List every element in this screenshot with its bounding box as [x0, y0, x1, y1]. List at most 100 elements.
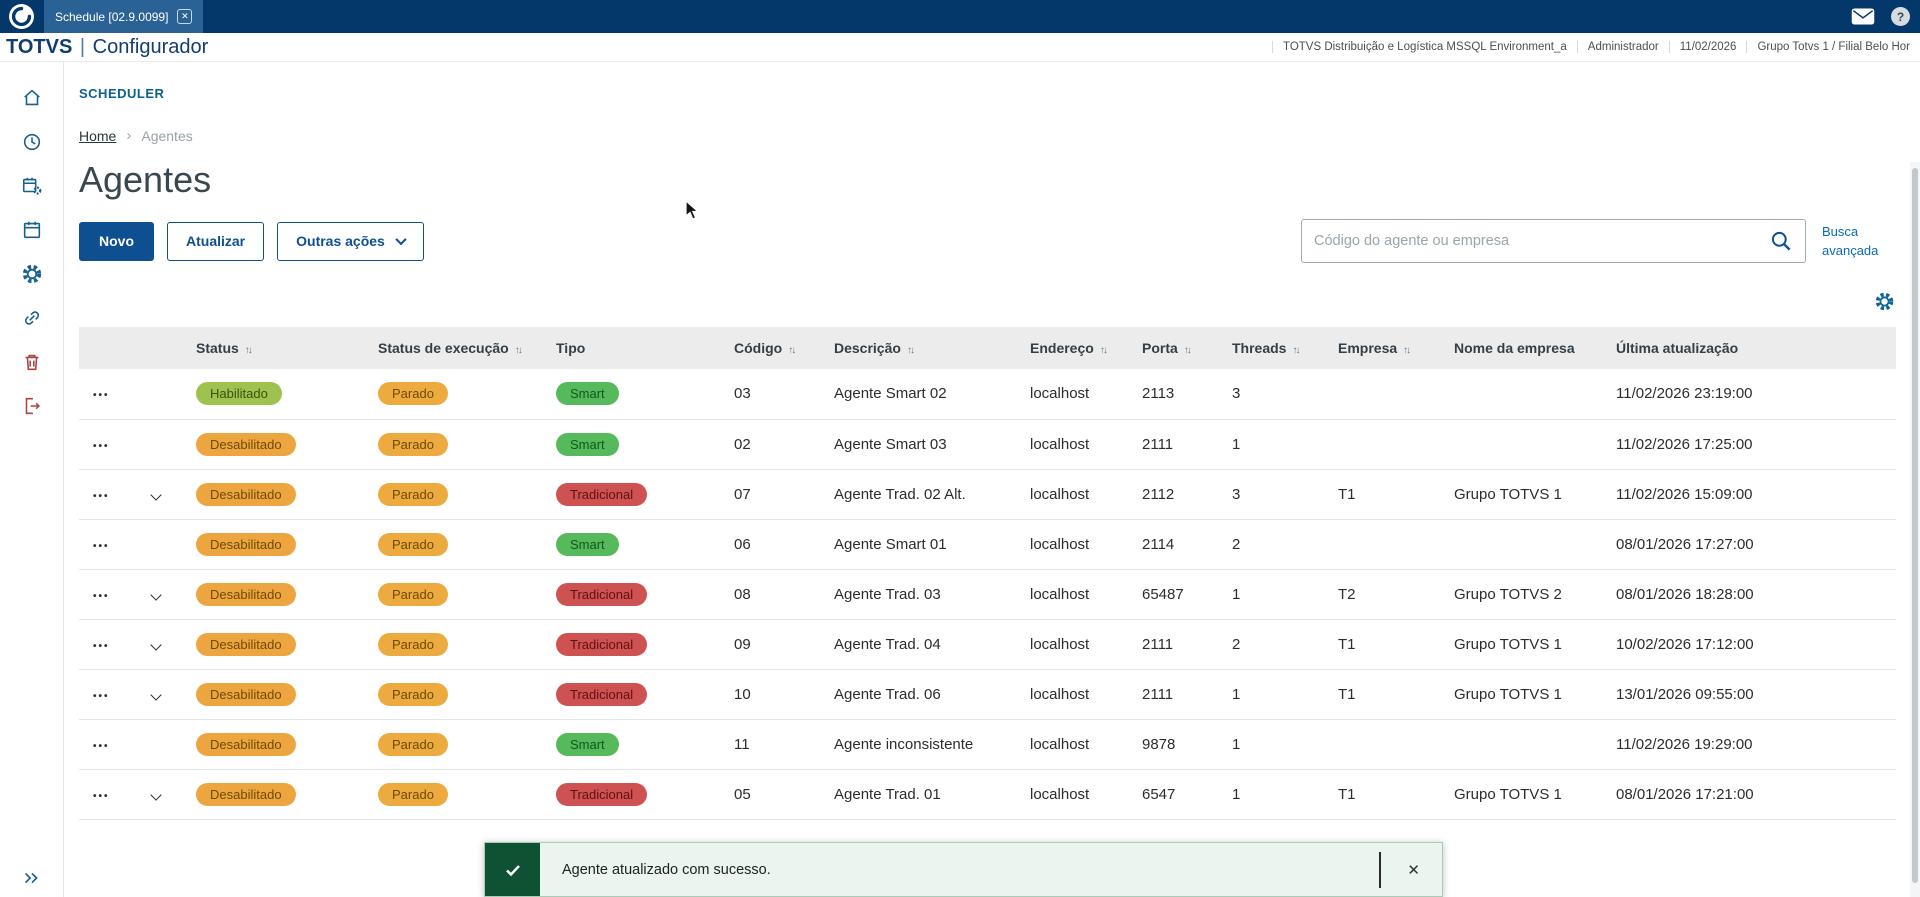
more-actions-label: Outras ações — [296, 233, 385, 249]
cell-threads: 3 — [1218, 369, 1324, 420]
sort-icon[interactable]: ↑↓ — [245, 345, 253, 356]
search-box — [1301, 219, 1806, 263]
row-expand — [134, 419, 182, 470]
environment-label[interactable]: TOTVS Distribuição e Logística MSSQL Env… — [1272, 41, 1577, 53]
chevron-down-icon[interactable] — [150, 688, 162, 701]
cell-tipo: Smart — [542, 369, 720, 420]
table-row: ••• Desabilitado Parado Smart 02 Agente Smart… — [79, 419, 1896, 470]
tab-schedule[interactable]: Schedule [02.9.0099] ✕ — [44, 0, 204, 33]
mail-icon[interactable] — [1851, 5, 1875, 29]
sort-icon[interactable]: ↑↓ — [788, 345, 796, 356]
company-branch-label[interactable]: Grupo Totvs 1 / Filial Belo Hor — [1746, 41, 1920, 53]
ellipsis-icon[interactable]: ••• — [93, 491, 110, 502]
row-expand[interactable] — [134, 469, 182, 520]
chevron-down-icon[interactable] — [150, 488, 162, 501]
row-expand[interactable] — [134, 669, 182, 720]
sidebar-expand-toggle[interactable] — [0, 867, 63, 889]
row-actions-button[interactable]: ••• — [79, 769, 134, 820]
brand: TOTVS | Configurador — [6, 36, 208, 59]
row-actions-button[interactable]: ••• — [79, 469, 134, 520]
column-descricao[interactable]: Descrição ↑↓ — [820, 327, 1016, 369]
ellipsis-icon[interactable]: ••• — [93, 741, 110, 752]
settings-icon[interactable] — [20, 262, 44, 286]
table-settings-icon[interactable] — [1872, 289, 1896, 313]
table-header-row: Status ↑↓ Status de execução ↑↓ Tipo Código ↑↓… — [79, 327, 1896, 369]
toast-close-icon[interactable]: ✕ — [1407, 861, 1420, 879]
badge-smart: Smart — [556, 532, 619, 556]
ellipsis-icon[interactable]: ••• — [93, 390, 110, 401]
success-toast: Agente atualizado com sucesso. ✕ — [484, 842, 1443, 897]
cell-porta: 2111 — [1128, 619, 1218, 670]
tab-close-icon[interactable]: ✕ — [177, 9, 193, 24]
row-actions-button[interactable]: ••• — [79, 569, 134, 620]
sort-icon[interactable]: ↑↓ — [907, 345, 915, 356]
row-actions-button[interactable]: ••• — [79, 619, 134, 670]
refresh-button[interactable]: Atualizar — [167, 221, 265, 261]
history-icon[interactable] — [20, 130, 44, 154]
chevron-down-icon[interactable] — [150, 788, 162, 801]
row-actions-button[interactable]: ••• — [79, 719, 134, 770]
advanced-search-link[interactable]: Busca avançada — [1822, 222, 1896, 261]
sort-icon[interactable]: ↑↓ — [1292, 345, 1300, 356]
column-endereco[interactable]: Endereço ↑↓ — [1016, 327, 1128, 369]
module-label: SCHEDULER — [79, 86, 165, 101]
column-label: Nome da empresa — [1454, 340, 1575, 356]
column-threads[interactable]: Threads ↑↓ — [1218, 327, 1324, 369]
help-icon[interactable]: ? — [1891, 7, 1910, 26]
new-button[interactable]: Novo — [79, 221, 154, 261]
badge-parado: Parado — [378, 382, 448, 406]
vertical-scrollbar-thumb[interactable] — [1912, 168, 1918, 883]
column-status[interactable]: Status ↑↓ — [182, 327, 364, 369]
sort-icon[interactable]: ↑↓ — [1403, 345, 1411, 356]
row-actions-button[interactable]: ••• — [79, 519, 134, 570]
sort-icon[interactable]: ↑↓ — [1184, 345, 1192, 356]
user-label[interactable]: Administrador — [1576, 41, 1669, 53]
cell-exec-status: Parado — [364, 519, 542, 570]
search-input[interactable] — [1314, 233, 1769, 249]
search-icon[interactable] — [1769, 229, 1793, 253]
home-icon[interactable] — [20, 86, 44, 110]
ellipsis-icon[interactable]: ••• — [93, 791, 110, 802]
column-codigo[interactable]: Código ↑↓ — [720, 327, 820, 369]
chevron-down-icon[interactable] — [150, 638, 162, 651]
agents-table: Status ↑↓ Status de execução ↑↓ Tipo Código ↑↓… — [79, 327, 1896, 820]
row-expand[interactable] — [134, 569, 182, 620]
row-actions-button[interactable]: ••• — [79, 669, 134, 720]
column-empresa[interactable]: Empresa ↑↓ — [1324, 327, 1440, 369]
breadcrumb: Home › Agentes — [79, 127, 1896, 144]
badge-desabilitado: Desabilitado — [196, 732, 296, 756]
trash-icon[interactable] — [20, 350, 44, 374]
column-label: Porta — [1142, 340, 1178, 356]
link-icon[interactable] — [20, 306, 44, 330]
badge-parado: Parado — [378, 632, 448, 656]
cell-exec-status: Parado — [364, 569, 542, 620]
cell-status: Desabilitado — [182, 469, 364, 520]
sort-icon[interactable]: ↑↓ — [1100, 345, 1108, 356]
logout-icon[interactable] — [20, 394, 44, 418]
column-nome_empresa: Nome da empresa — [1440, 327, 1602, 369]
calendar-icon[interactable] — [20, 218, 44, 242]
cell-nome-empresa — [1440, 519, 1602, 570]
brand-name: TOTVS — [6, 35, 73, 58]
column-porta[interactable]: Porta ↑↓ — [1128, 327, 1218, 369]
breadcrumb-home[interactable]: Home — [79, 128, 116, 144]
row-expand[interactable] — [134, 769, 182, 820]
ellipsis-icon[interactable]: ••• — [93, 591, 110, 602]
cell-porta: 6547 — [1128, 769, 1218, 820]
badge-desabilitado: Desabilitado — [196, 432, 296, 456]
sort-icon[interactable]: ↑↓ — [515, 345, 523, 356]
more-actions-button[interactable]: Outras ações — [277, 221, 424, 261]
column-exec[interactable]: Status de execução ↑↓ — [364, 327, 542, 369]
page-title: Agentes — [79, 159, 212, 200]
cell-threads: 1 — [1218, 669, 1324, 720]
ellipsis-icon[interactable]: ••• — [93, 691, 110, 702]
row-actions-button[interactable]: ••• — [79, 419, 134, 470]
schedule-config-icon[interactable] — [20, 174, 44, 198]
chevron-down-icon[interactable] — [150, 588, 162, 601]
row-actions-button[interactable]: ••• — [79, 369, 134, 420]
row-expand[interactable] — [134, 619, 182, 670]
ellipsis-icon[interactable]: ••• — [93, 441, 110, 452]
ellipsis-icon[interactable]: ••• — [93, 541, 110, 552]
ellipsis-icon[interactable]: ••• — [93, 641, 110, 652]
cell-empresa: T2 — [1324, 569, 1440, 620]
